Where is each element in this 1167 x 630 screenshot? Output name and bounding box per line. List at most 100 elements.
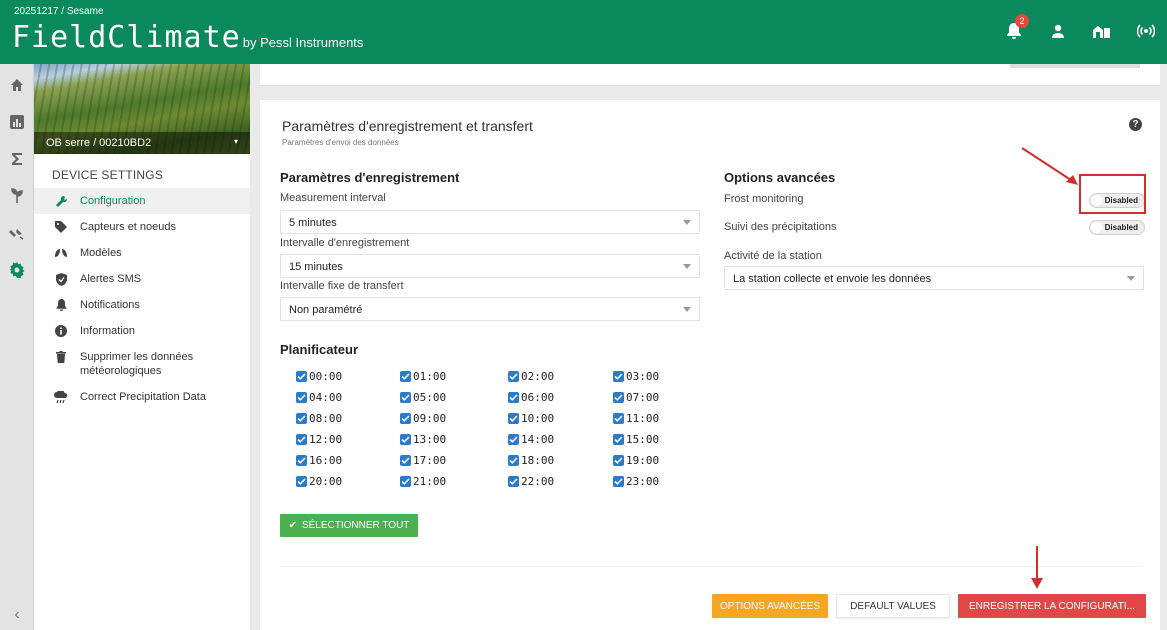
schedule-checkbox[interactable]: 11:00 bbox=[613, 412, 659, 425]
precipitation-tracking-label: Suivi des précipitations bbox=[724, 221, 837, 233]
schedule-checkbox[interactable]: 04:00 bbox=[296, 391, 342, 404]
schedule-hour-label: 01:00 bbox=[413, 370, 447, 383]
schedule-checkbox[interactable]: 19:00 bbox=[613, 454, 659, 467]
sidebar-item-delete-weather-data[interactable]: Supprimer les données météorologiques bbox=[34, 344, 250, 384]
device-sidebar: OB serre / 00210BD2 ▾ DEVICE SETTINGS Co… bbox=[34, 64, 250, 630]
schedule-checkbox[interactable]: 03:00 bbox=[613, 370, 659, 383]
home-icon[interactable] bbox=[0, 69, 34, 101]
checkbox-checked-icon bbox=[508, 434, 519, 445]
checkbox-checked-icon bbox=[508, 455, 519, 466]
transfer-interval-select[interactable]: Non paramétré bbox=[280, 297, 700, 321]
default-values-button[interactable]: DEFAULT VALUES bbox=[836, 594, 950, 618]
device-selector[interactable]: OB serre / 00210BD2 ▾ bbox=[34, 132, 250, 154]
sidebar-item-sensors[interactable]: Capteurs et noeuds bbox=[34, 214, 250, 240]
checkbox-checked-icon bbox=[508, 392, 519, 403]
schedule-checkbox[interactable]: 15:00 bbox=[613, 433, 659, 446]
schedule-checkbox[interactable]: 09:00 bbox=[400, 412, 446, 425]
schedule-hour-label: 19:00 bbox=[626, 454, 660, 467]
checkbox-checked-icon bbox=[400, 434, 411, 445]
logging-interval-label: Intervalle d'enregistrement bbox=[280, 237, 410, 249]
schedule-hour-label: 03:00 bbox=[626, 370, 660, 383]
sidebar-item-notifications[interactable]: Notifications bbox=[34, 292, 250, 318]
schedule-checkbox[interactable]: 16:00 bbox=[296, 454, 342, 467]
schedule-checkbox[interactable]: 22:00 bbox=[508, 475, 554, 488]
icon-rail: ‹ bbox=[0, 64, 34, 630]
schedule-hour-label: 18:00 bbox=[521, 454, 555, 467]
save-configuration-button[interactable]: ENREGISTRER LA CONFIGURATI... bbox=[958, 594, 1146, 618]
schedule-checkbox[interactable]: 00:00 bbox=[296, 370, 342, 383]
select-all-button[interactable]: ✔ SÉLECTIONNER TOUT bbox=[280, 514, 418, 537]
section-title: DEVICE SETTINGS bbox=[52, 168, 164, 182]
bell-icon bbox=[54, 298, 68, 312]
schedule-checkbox[interactable]: 02:00 bbox=[508, 370, 554, 383]
schedule-checkbox[interactable]: 13:00 bbox=[400, 433, 446, 446]
schedule-checkbox[interactable]: 20:00 bbox=[296, 475, 342, 488]
checkbox-checked-icon bbox=[400, 476, 411, 487]
schedule-checkbox[interactable]: 10:00 bbox=[508, 412, 554, 425]
precipitation-tracking-toggle[interactable]: Disabled bbox=[1089, 220, 1145, 235]
settings-gear-icon[interactable] bbox=[0, 254, 34, 286]
chart-icon[interactable] bbox=[0, 106, 34, 138]
sidebar-item-information[interactable]: Information bbox=[34, 318, 250, 344]
help-icon[interactable]: ? bbox=[1129, 118, 1142, 131]
sidebar-item-label: Supprimer les données météorologiques bbox=[80, 351, 194, 377]
farm-icon[interactable] bbox=[1091, 20, 1113, 42]
schedule-checkbox[interactable]: 01:00 bbox=[400, 370, 446, 383]
sidebar-item-label: Information bbox=[80, 325, 136, 337]
info-icon bbox=[54, 324, 68, 338]
logging-interval-select[interactable]: 15 minutes bbox=[280, 254, 700, 278]
select-value: 5 minutes bbox=[289, 217, 337, 229]
collapse-chevron-icon[interactable]: ‹ bbox=[0, 606, 34, 624]
frost-monitoring-label: Frost monitoring bbox=[724, 193, 804, 205]
sidebar-item-label: Configuration bbox=[80, 195, 146, 207]
sidebar-item-configuration[interactable]: Configuration bbox=[34, 188, 250, 214]
station-activity-select[interactable]: La station collecte et envoie les donnée… bbox=[724, 266, 1144, 290]
sum-icon[interactable] bbox=[0, 143, 34, 175]
signal-broadcast-icon[interactable] bbox=[1135, 20, 1157, 42]
sidebar-item-sms-alerts[interactable]: Alertes SMS bbox=[34, 266, 250, 292]
schedule-checkbox[interactable]: 06:00 bbox=[508, 391, 554, 404]
advanced-options-button[interactable]: OPTIONS AVANCÉES bbox=[712, 594, 828, 618]
schedule-checkbox[interactable]: 12:00 bbox=[296, 433, 342, 446]
transfer-interval-label: Intervalle fixe de transfert bbox=[280, 280, 404, 292]
plant-sensor-icon[interactable] bbox=[0, 180, 34, 212]
schedule-checkbox[interactable]: 18:00 bbox=[508, 454, 554, 467]
user-icon[interactable] bbox=[1047, 20, 1069, 42]
brand-logo[interactable]: FieldClimate by Pessl Instruments bbox=[12, 18, 363, 63]
checkbox-checked-icon bbox=[296, 392, 307, 403]
schedule-checkbox[interactable]: 17:00 bbox=[400, 454, 446, 467]
select-all-label: SÉLECTIONNER TOUT bbox=[301, 520, 410, 531]
schedule-hour-label: 09:00 bbox=[413, 412, 447, 425]
tag-icon bbox=[54, 220, 68, 234]
schedule-checkbox[interactable]: 05:00 bbox=[400, 391, 446, 404]
schedule-hour-label: 06:00 bbox=[521, 391, 555, 404]
breadcrumb[interactable]: 20251217 / Sesame bbox=[14, 6, 104, 17]
select-value: 15 minutes bbox=[289, 261, 343, 273]
checkbox-checked-icon bbox=[296, 455, 307, 466]
notification-count-badge: 2 bbox=[1015, 14, 1029, 28]
schedule-hour-label: 12:00 bbox=[309, 433, 343, 446]
checkbox-checked-icon bbox=[613, 476, 624, 487]
schedule-checkbox[interactable]: 23:00 bbox=[613, 475, 659, 488]
schedule-checkbox[interactable]: 21:00 bbox=[400, 475, 446, 488]
checkbox-checked-icon bbox=[400, 413, 411, 424]
schedule-hour-label: 21:00 bbox=[413, 475, 447, 488]
wrench-icon bbox=[54, 194, 68, 208]
satellite-icon[interactable] bbox=[0, 217, 34, 249]
schedule-hour-label: 07:00 bbox=[626, 391, 660, 404]
checkbox-checked-icon bbox=[296, 413, 307, 424]
sidebar-item-correct-precipitation[interactable]: Correct Precipitation Data bbox=[34, 384, 250, 410]
sidebar-item-label: Modèles bbox=[80, 247, 122, 259]
notifications-bell-icon[interactable]: 2 bbox=[1003, 14, 1029, 42]
caret-down-icon bbox=[683, 307, 691, 312]
schedule-hour-label: 10:00 bbox=[521, 412, 555, 425]
check-icon: ✔ bbox=[288, 520, 297, 531]
schedule-checkbox[interactable]: 08:00 bbox=[296, 412, 342, 425]
schedule-checkbox[interactable]: 07:00 bbox=[613, 391, 659, 404]
sidebar-item-models[interactable]: Modèles bbox=[34, 240, 250, 266]
select-value: Non paramétré bbox=[289, 304, 363, 316]
schedule-checkbox[interactable]: 14:00 bbox=[508, 433, 554, 446]
caret-down-icon bbox=[683, 220, 691, 225]
measurement-interval-select[interactable]: 5 minutes bbox=[280, 210, 700, 234]
station-banner-image: OB serre / 00210BD2 ▾ bbox=[34, 64, 250, 154]
